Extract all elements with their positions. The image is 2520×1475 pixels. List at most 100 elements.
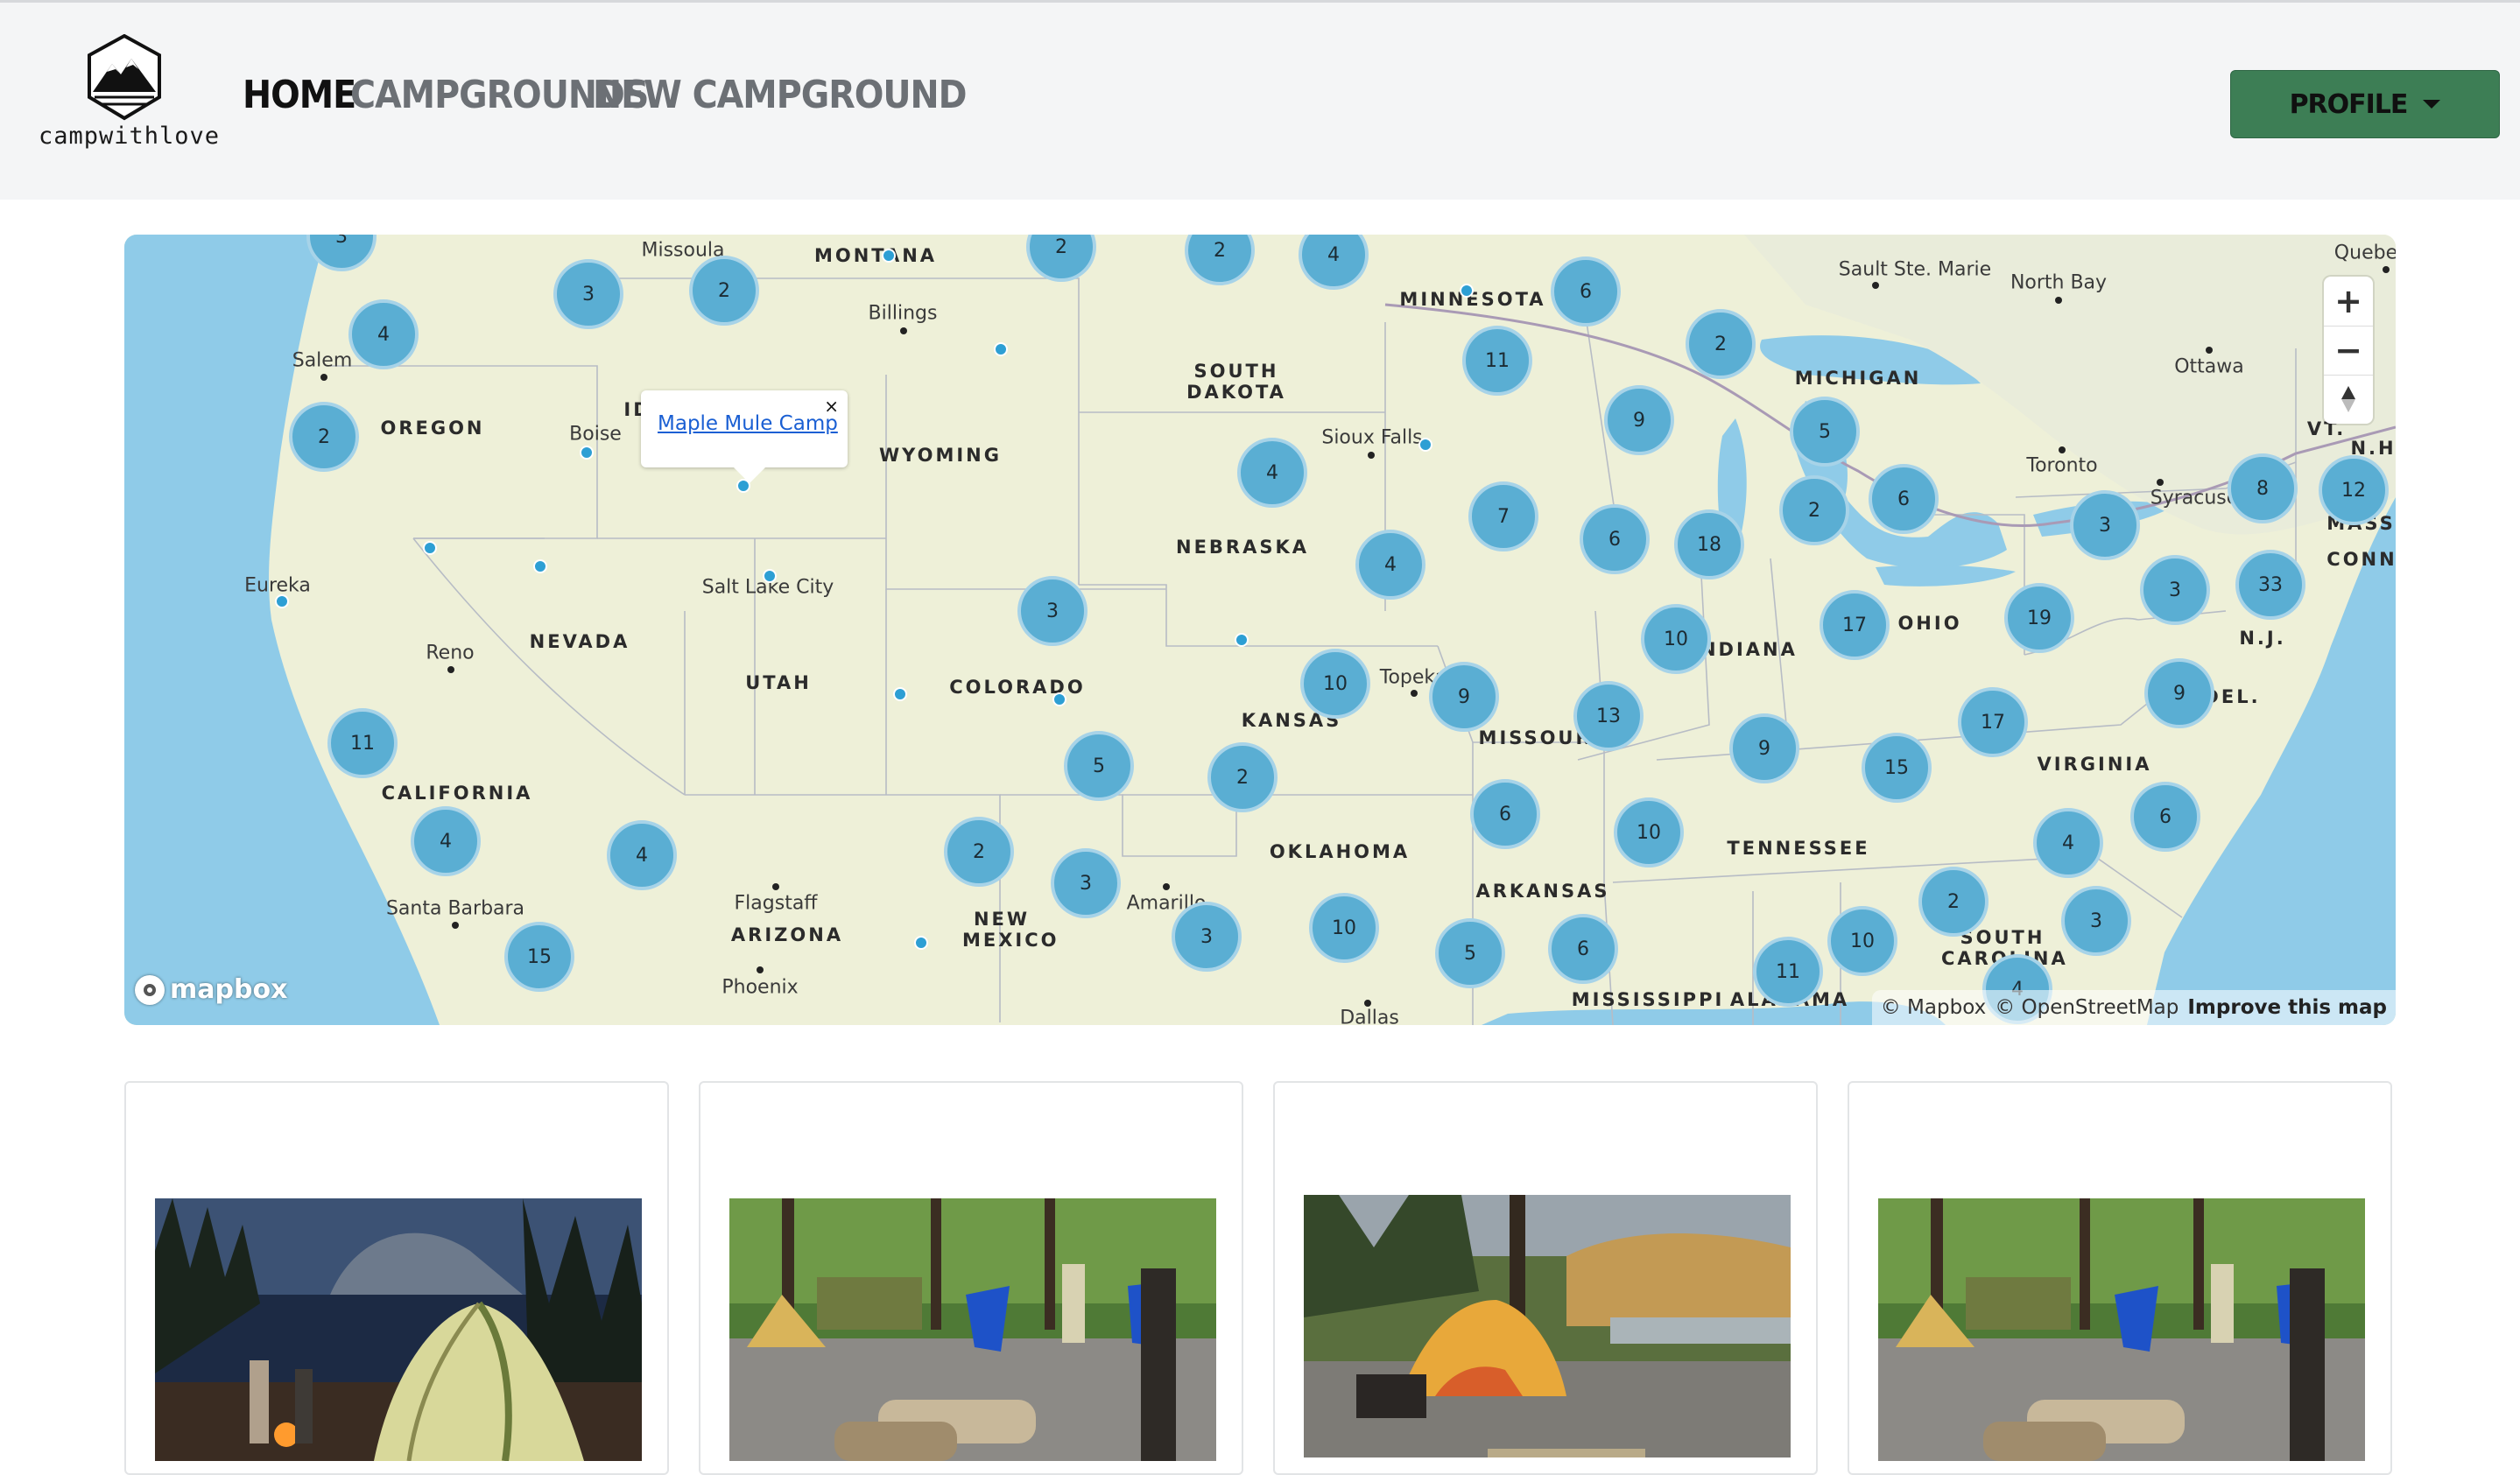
- mapbox-icon: [135, 974, 165, 1005]
- yellow-tent-image: [1304, 1195, 1791, 1457]
- cluster-marker[interactable]: 13: [1573, 681, 1644, 751]
- cluster-marker[interactable]: 9: [2144, 658, 2214, 728]
- city-marker: [1411, 690, 1418, 697]
- caret-down-icon: [2423, 100, 2441, 109]
- city-marker: [1368, 452, 1375, 459]
- cluster-marker[interactable]: 17: [1958, 687, 2028, 757]
- cluster-marker[interactable]: 4: [348, 299, 419, 369]
- cluster-marker[interactable]: 2: [289, 402, 359, 472]
- cluster-marker[interactable]: 6: [2130, 782, 2200, 852]
- cluster-marker[interactable]: 3: [1172, 902, 1242, 972]
- profile-dropdown-button[interactable]: Profile: [2230, 70, 2500, 138]
- cluster-marker[interactable]: 10: [1300, 649, 1370, 719]
- nav-home-link[interactable]: Home: [243, 73, 356, 117]
- cluster-marker[interactable]: 11: [327, 708, 398, 778]
- city-marker: [1163, 883, 1170, 890]
- campground-pin[interactable]: [994, 342, 1008, 356]
- cluster-marker[interactable]: 4: [411, 806, 481, 876]
- cluster-marker[interactable]: 4: [2033, 808, 2103, 878]
- cluster-marker[interactable]: 19: [2004, 583, 2074, 653]
- campground-card[interactable]: [1848, 1081, 2392, 1475]
- cluster-marker[interactable]: 4: [607, 820, 677, 890]
- cluster-marker[interactable]: 10: [1641, 604, 1711, 674]
- campground-card[interactable]: [1273, 1081, 1818, 1475]
- cluster-marker[interactable]: 3: [2061, 886, 2131, 956]
- state-label: ARKANSAS: [1475, 881, 1610, 902]
- campground-pin[interactable]: [763, 569, 777, 583]
- cluster-marker[interactable]: 3: [2140, 555, 2210, 625]
- popup-campground-link[interactable]: Maple Mule Camp: [658, 412, 838, 435]
- cluster-marker[interactable]: 7: [1468, 481, 1538, 551]
- city-marker: [900, 327, 907, 334]
- state-label: ARIZONA: [730, 924, 844, 945]
- campground-pin[interactable]: [893, 687, 907, 701]
- cluster-marker[interactable]: 2: [689, 256, 759, 326]
- cluster-marker[interactable]: 10: [1827, 906, 1897, 976]
- campground-pin[interactable]: [1460, 284, 1474, 298]
- campground-card[interactable]: [699, 1081, 1243, 1475]
- cluster-marker[interactable]: 9: [1429, 662, 1499, 732]
- state-label: CONN.: [2326, 549, 2396, 570]
- cluster-marker[interactable]: 10: [1309, 893, 1379, 963]
- cluster-map[interactable]: MONTANA MINNESOTA SOUTH DAKOTA OREGON WY…: [124, 235, 2396, 1025]
- cluster-marker[interactable]: 15: [504, 922, 574, 992]
- campground-pin[interactable]: [275, 594, 289, 608]
- cluster-marker[interactable]: 5: [1790, 397, 1860, 467]
- cluster-marker[interactable]: 2: [1686, 309, 1756, 379]
- state-label: UTAH: [745, 672, 812, 693]
- cluster-marker[interactable]: 18: [1674, 509, 1744, 579]
- cluster-marker[interactable]: 2: [1779, 475, 1849, 545]
- popup-close-button[interactable]: ×: [824, 396, 839, 417]
- cluster-marker[interactable]: 3: [553, 259, 623, 329]
- city-marker: [320, 374, 327, 381]
- state-label: VIRGINIA: [2037, 754, 2152, 775]
- cluster-marker[interactable]: 4: [1355, 530, 1425, 600]
- campground-card[interactable]: [124, 1081, 669, 1475]
- campground-pin[interactable]: [1235, 633, 1249, 647]
- map-controls: + −: [2324, 277, 2373, 424]
- cluster-marker[interactable]: 2: [1207, 742, 1278, 812]
- compass-button[interactable]: [2324, 375, 2373, 424]
- campground-pin[interactable]: [882, 249, 896, 263]
- campground-pin[interactable]: [1418, 438, 1432, 452]
- zoom-in-button[interactable]: +: [2324, 277, 2373, 326]
- cluster-marker[interactable]: 12: [2319, 455, 2389, 525]
- nav-new-campground-link[interactable]: New Campground: [593, 73, 967, 117]
- cluster-marker[interactable]: 6: [1470, 779, 1540, 849]
- cluster-marker[interactable]: 6: [1580, 504, 1650, 574]
- cluster-marker[interactable]: 8: [2228, 453, 2298, 523]
- cluster-marker[interactable]: 2: [1918, 867, 1989, 937]
- campground-pin[interactable]: [580, 446, 594, 460]
- zoom-out-button[interactable]: −: [2324, 326, 2373, 375]
- cluster-marker[interactable]: 10: [1614, 797, 1684, 867]
- cluster-marker[interactable]: 33: [2235, 550, 2305, 620]
- cluster-marker[interactable]: 9: [1604, 385, 1674, 455]
- cluster-marker[interactable]: 3: [2070, 490, 2140, 560]
- cluster-marker[interactable]: 5: [1064, 731, 1134, 801]
- cluster-marker[interactable]: 17: [1820, 590, 1890, 660]
- cluster-marker[interactable]: 5: [1435, 918, 1505, 988]
- cluster-marker[interactable]: 11: [1462, 326, 1532, 396]
- osm-attribution-link[interactable]: © OpenStreetMap: [1995, 996, 2179, 1019]
- campground-pin[interactable]: [533, 559, 547, 573]
- cluster-marker[interactable]: 3: [1017, 576, 1088, 646]
- cluster-marker[interactable]: 6: [1548, 914, 1618, 984]
- mapbox-logo[interactable]: mapbox: [135, 974, 287, 1005]
- brand-name: campwithlove: [39, 123, 221, 150]
- cluster-marker[interactable]: 3: [1051, 848, 1121, 918]
- cluster-marker[interactable]: 4: [1237, 438, 1307, 508]
- campground-pin[interactable]: [423, 541, 437, 555]
- brand-logo[interactable]: campwithlove: [39, 33, 221, 157]
- campground-pin[interactable]: [914, 936, 928, 950]
- cluster-marker[interactable]: 11: [1753, 937, 1823, 1007]
- improve-map-link[interactable]: Improve this map: [2187, 996, 2387, 1019]
- cluster-marker[interactable]: 6: [1551, 256, 1621, 327]
- cluster-marker[interactable]: 15: [1862, 733, 1932, 803]
- cluster-marker[interactable]: 6: [1869, 464, 1939, 534]
- mapbox-attribution-link[interactable]: © Mapbox: [1881, 996, 1986, 1019]
- city-marker: [452, 922, 459, 929]
- cluster-marker[interactable]: 2: [944, 817, 1014, 887]
- campground-pin[interactable]: [1052, 692, 1066, 706]
- cluster-marker[interactable]: 9: [1729, 713, 1799, 783]
- map-attribution: © Mapbox © OpenStreetMap Improve this ma…: [1871, 990, 2396, 1025]
